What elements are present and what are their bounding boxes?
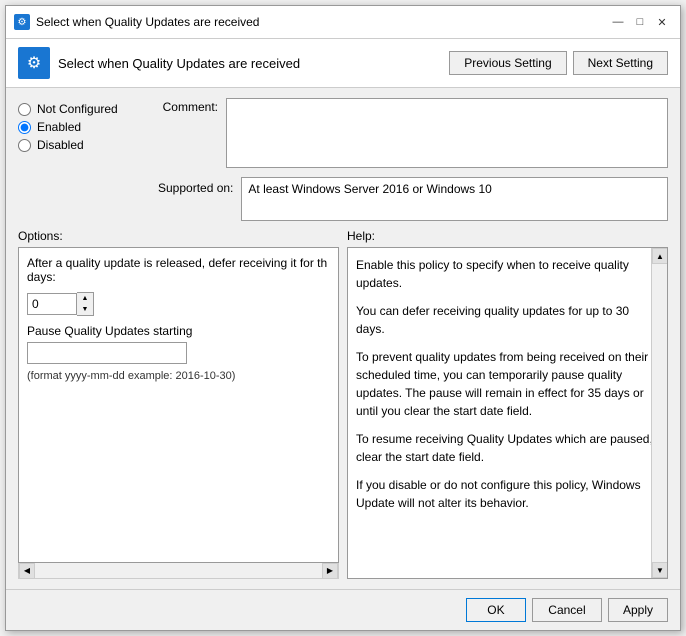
defer-days-input[interactable]	[27, 293, 77, 315]
spinner-row: ▲ ▼	[27, 292, 330, 316]
apply-button[interactable]: Apply	[608, 598, 668, 622]
scroll-track[interactable]	[35, 563, 322, 578]
spinner-up-button[interactable]: ▲	[77, 293, 93, 304]
top-form-fields: Comment: Supported on: At least Windows …	[158, 98, 668, 221]
pause-label: Pause Quality Updates starting	[27, 324, 330, 338]
comment-textarea[interactable]	[226, 98, 668, 168]
header-left: ⚙ Select when Quality Updates are receiv…	[18, 47, 300, 79]
options-panel: Options: After a quality update is relea…	[18, 229, 339, 579]
format-hint: (format yyyy-mm-dd example: 2016-10-30)	[27, 370, 330, 382]
supported-label: Supported on:	[158, 177, 233, 219]
header-buttons: Previous Setting Next Setting	[449, 51, 668, 75]
enabled-label[interactable]: Enabled	[37, 120, 81, 134]
previous-setting-button[interactable]: Previous Setting	[449, 51, 566, 75]
help-panel: Help: Enable this policy to specify when…	[347, 229, 668, 579]
not-configured-label[interactable]: Not Configured	[37, 102, 118, 116]
header-section: ⚙ Select when Quality Updates are receiv…	[6, 39, 680, 88]
supported-value: At least Windows Server 2016 or Windows …	[241, 177, 668, 221]
enabled-radio[interactable]	[18, 121, 31, 134]
minimize-button[interactable]: —	[608, 12, 628, 32]
radio-not-configured-row: Not Configured	[18, 102, 148, 116]
comment-label: Comment:	[158, 98, 218, 169]
dialog: ⚙ Select when Quality Updates are receiv…	[5, 5, 681, 631]
scroll-right-button[interactable]: ▶	[322, 563, 338, 579]
options-label: Options:	[18, 229, 339, 243]
top-form-area: Not Configured Enabled Disabled Comment:	[18, 98, 668, 221]
scroll-left-button[interactable]: ◀	[19, 563, 35, 579]
help-label: Help:	[347, 229, 668, 243]
ok-button[interactable]: OK	[466, 598, 526, 622]
options-content: After a quality update is released, defe…	[18, 247, 339, 563]
main-panels: Options: After a quality update is relea…	[18, 229, 668, 579]
radio-disabled-row: Disabled	[18, 138, 148, 152]
help-scrollbar[interactable]: ▲ ▼	[651, 248, 667, 578]
title-bar: ⚙ Select when Quality Updates are receiv…	[6, 6, 680, 39]
supported-text: At least Windows Server 2016 or Windows …	[248, 182, 491, 196]
footer: OK Cancel Apply	[6, 589, 680, 630]
title-controls: — □ ✕	[608, 12, 672, 32]
scroll-up-button[interactable]: ▲	[652, 248, 668, 264]
cancel-button[interactable]: Cancel	[532, 598, 602, 622]
title-bar-left: ⚙ Select when Quality Updates are receiv…	[14, 14, 259, 30]
radio-enabled-row: Enabled	[18, 120, 148, 134]
header-title: Select when Quality Updates are received	[58, 56, 300, 71]
title-text: Select when Quality Updates are received	[36, 15, 259, 29]
scroll-down-button[interactable]: ▼	[652, 562, 668, 578]
maximize-button[interactable]: □	[630, 12, 650, 32]
radio-section: Not Configured Enabled Disabled	[18, 98, 148, 221]
horizontal-scrollbar: ◀ ▶	[18, 563, 339, 579]
disabled-label[interactable]: Disabled	[37, 138, 84, 152]
disabled-radio[interactable]	[18, 139, 31, 152]
header-icon: ⚙	[18, 47, 50, 79]
dialog-icon: ⚙	[14, 14, 30, 30]
options-content-inner: After a quality update is released, defe…	[27, 256, 330, 554]
help-content: Enable this policy to specify when to re…	[347, 247, 668, 579]
pause-date-input[interactable]	[27, 342, 187, 364]
content-area: Not Configured Enabled Disabled Comment:	[6, 88, 680, 589]
spinner-buttons: ▲ ▼	[77, 292, 94, 316]
close-button[interactable]: ✕	[652, 12, 672, 32]
defer-text: After a quality update is released, defe…	[27, 256, 330, 284]
spinner-down-button[interactable]: ▼	[77, 304, 93, 315]
not-configured-radio[interactable]	[18, 103, 31, 116]
help-content-inner: Enable this policy to specify when to re…	[356, 256, 659, 570]
next-setting-button[interactable]: Next Setting	[573, 51, 668, 75]
